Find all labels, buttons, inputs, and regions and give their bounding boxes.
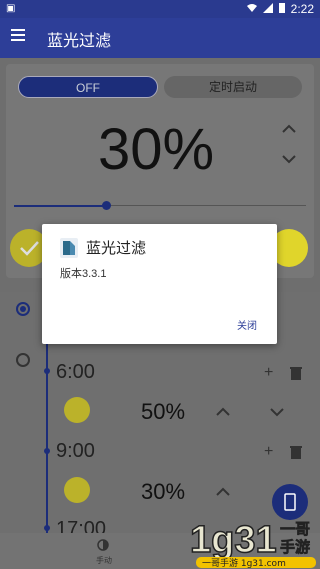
color-swatch[interactable] bbox=[64, 477, 90, 503]
radio-manual[interactable] bbox=[16, 302, 30, 316]
app-logo-icon bbox=[60, 238, 78, 258]
app-title: 蓝光过滤 bbox=[47, 33, 112, 50]
chevron-down-icon[interactable] bbox=[280, 150, 298, 168]
intensity-slider-thumb[interactable] bbox=[102, 201, 111, 210]
chevron-up-icon[interactable] bbox=[214, 483, 232, 501]
notification-icon: ▣ bbox=[6, 3, 16, 14]
schedule-time[interactable]: 9:00 bbox=[56, 440, 95, 463]
app-bar: 蓝光过滤 bbox=[0, 18, 320, 58]
about-dialog: 蓝光过滤 版本3.3.1 关闭 bbox=[42, 224, 277, 344]
timer-button[interactable]: 定时启动 bbox=[164, 76, 302, 98]
off-button[interactable]: OFF bbox=[18, 76, 158, 98]
chevron-up-icon[interactable] bbox=[214, 403, 232, 421]
menu-icon[interactable] bbox=[11, 29, 25, 41]
svg-text:一哥: 一哥 bbox=[280, 520, 310, 538]
nav-label-manual[interactable]: 手动 bbox=[96, 555, 112, 566]
battery-icon bbox=[278, 2, 285, 16]
chevron-up-icon[interactable] bbox=[280, 120, 298, 138]
brightness-icon[interactable] bbox=[97, 539, 109, 551]
timeline-dot bbox=[44, 525, 50, 531]
trash-icon[interactable] bbox=[290, 445, 302, 459]
intensity-value: 30% bbox=[98, 117, 215, 182]
svg-text:手游: 手游 bbox=[280, 538, 310, 556]
radio-schedule[interactable] bbox=[16, 353, 30, 367]
chevron-down-icon[interactable] bbox=[268, 403, 286, 421]
dialog-version: 版本3.3.1 bbox=[60, 268, 107, 280]
schedule-percent: 50% bbox=[141, 399, 186, 424]
status-bar: ▣ 2:22 bbox=[0, 0, 320, 18]
add-icon[interactable]: + bbox=[264, 443, 273, 461]
schedule-time[interactable]: 6:00 bbox=[56, 361, 95, 384]
timeline-dot bbox=[44, 448, 50, 454]
wifi-icon bbox=[246, 2, 257, 16]
schedule-percent: 30% bbox=[141, 479, 186, 504]
trash-icon[interactable] bbox=[290, 366, 302, 380]
color-swatch[interactable] bbox=[64, 397, 90, 423]
close-button[interactable]: 关闭 bbox=[237, 317, 257, 332]
svg-text:1g31: 1g31 bbox=[190, 519, 277, 561]
add-icon[interactable]: + bbox=[264, 364, 273, 382]
site-watermark-logo: 1g31 一哥 手游 一哥手游 1g31.com bbox=[189, 518, 316, 569]
signal-icon bbox=[262, 2, 273, 16]
timeline-dot bbox=[44, 368, 50, 374]
dialog-title: 蓝光过滤 bbox=[86, 240, 147, 257]
clock: 2:22 bbox=[290, 2, 314, 16]
intensity-slider-fill bbox=[14, 205, 106, 207]
svg-text:一哥手游 1g31.com: 一哥手游 1g31.com bbox=[202, 557, 286, 569]
